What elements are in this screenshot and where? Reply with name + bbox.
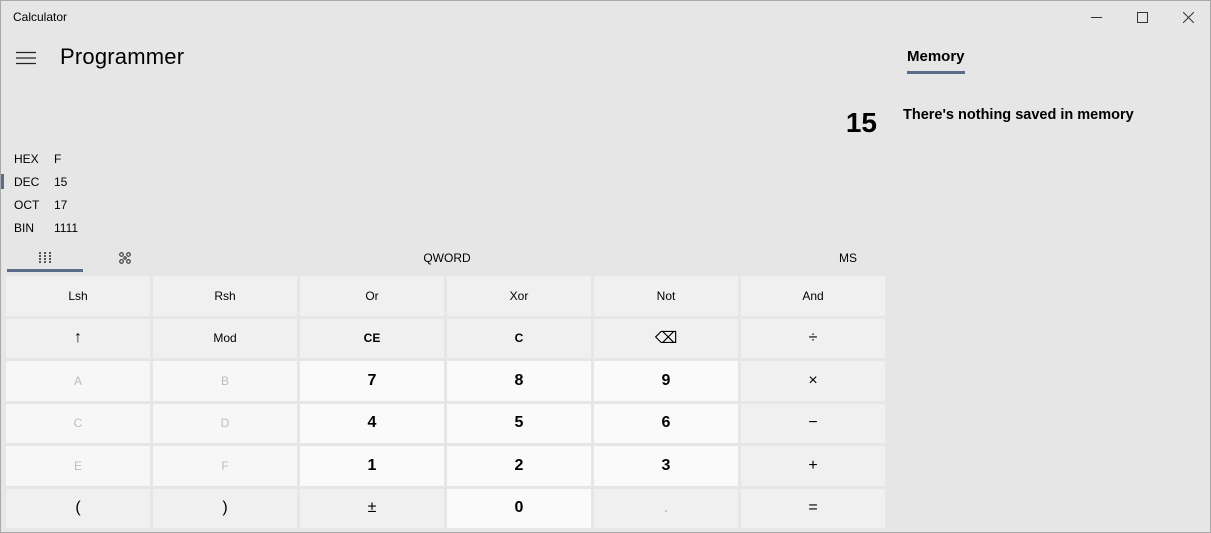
xor-button[interactable]: Xor xyxy=(447,276,591,316)
maximize-button[interactable] xyxy=(1119,1,1165,33)
header: Programmer xyxy=(1,33,891,83)
radix-row-oct[interactable]: OCT 17 xyxy=(1,193,301,216)
memory-store-button[interactable]: MS xyxy=(825,245,871,271)
radix-list: HEX F DEC 15 OCT 17 BIN 1111 xyxy=(1,147,301,239)
radix-label: HEX xyxy=(14,151,39,166)
divide-button[interactable]: ÷ xyxy=(741,318,885,358)
equals-button[interactable]: = xyxy=(741,488,885,528)
app-title: Calculator xyxy=(13,10,68,24)
keypad: Lsh Rsh Or Xor Not And ↑ Mod CE C ⌫ ÷ A … xyxy=(6,276,887,529)
close-paren-button[interactable]: ) xyxy=(153,488,297,528)
digit-8-button[interactable]: 8 xyxy=(447,361,591,401)
hex-a-button[interactable]: A xyxy=(6,361,150,401)
menu-button[interactable] xyxy=(7,41,45,75)
radix-label: OCT xyxy=(14,197,40,212)
minimize-button[interactable] xyxy=(1073,1,1119,33)
clear-entry-button[interactable]: CE xyxy=(300,318,444,358)
digit-5-button[interactable]: 5 xyxy=(447,403,591,443)
digit-7-button[interactable]: 7 xyxy=(300,361,444,401)
radix-row-bin[interactable]: BIN 1111 xyxy=(1,216,301,239)
keypad-toolbar: QWORD MS xyxy=(1,245,891,273)
minus-button[interactable]: − xyxy=(741,403,885,443)
radix-value: 15 xyxy=(54,174,68,189)
radix-row-dec[interactable]: DEC 15 xyxy=(1,170,301,193)
radix-label: BIN xyxy=(14,220,35,235)
open-paren-button[interactable]: ( xyxy=(6,488,150,528)
memory-empty-message: There's nothing saved in memory xyxy=(903,107,1134,123)
hex-f-button[interactable]: F xyxy=(153,446,297,486)
mod-button[interactable]: Mod xyxy=(153,318,297,358)
clear-button[interactable]: C xyxy=(447,318,591,358)
digit-4-button[interactable]: 4 xyxy=(300,403,444,443)
radix-value: F xyxy=(54,151,62,166)
radix-value: 1111 xyxy=(54,220,79,235)
not-button[interactable]: Not xyxy=(594,276,738,316)
digit-1-button[interactable]: 1 xyxy=(300,446,444,486)
memory-tab-indicator xyxy=(907,71,965,74)
maximize-icon xyxy=(1136,11,1148,23)
hamburger-menu-icon xyxy=(16,51,36,65)
memory-tab[interactable]: Memory xyxy=(907,48,965,65)
rsh-button[interactable]: Rsh xyxy=(153,276,297,316)
multiply-button[interactable]: × xyxy=(741,361,885,401)
lsh-button[interactable]: Lsh xyxy=(6,276,150,316)
digit-3-button[interactable]: 3 xyxy=(594,446,738,486)
digit-0-button[interactable]: 0 xyxy=(447,488,591,528)
or-button[interactable]: Or xyxy=(300,276,444,316)
digit-2-button[interactable]: 2 xyxy=(447,446,591,486)
radix-row-hex[interactable]: HEX F xyxy=(1,147,301,170)
close-button[interactable] xyxy=(1165,1,1211,33)
radix-label: DEC xyxy=(14,174,40,189)
digit-6-button[interactable]: 6 xyxy=(594,403,738,443)
title-bar: Calculator xyxy=(1,1,1210,33)
result-display: 15 xyxy=(845,107,877,138)
shift-up-button[interactable]: ↑ xyxy=(6,318,150,358)
plus-button[interactable]: + xyxy=(741,446,885,486)
selected-tab-indicator xyxy=(7,269,83,272)
backspace-button[interactable]: ⌫ xyxy=(594,318,738,358)
word-size-button[interactable]: QWORD xyxy=(405,245,489,271)
full-keypad-button[interactable] xyxy=(7,245,83,271)
full-keypad-icon xyxy=(39,252,51,263)
negate-button[interactable]: ± xyxy=(300,488,444,528)
mode-title: Programmer xyxy=(60,44,185,69)
hex-b-button[interactable]: B xyxy=(153,361,297,401)
hex-d-button[interactable]: D xyxy=(153,403,297,443)
hex-c-button[interactable]: C xyxy=(6,403,150,443)
bit-toggling-keypad-icon xyxy=(119,252,131,264)
radix-value: 17 xyxy=(54,197,68,212)
and-button[interactable]: And xyxy=(741,276,885,316)
bit-toggling-keypad-button[interactable] xyxy=(89,245,161,271)
decimal-button[interactable]: . xyxy=(594,488,738,528)
close-icon xyxy=(1182,11,1194,23)
minimize-icon xyxy=(1090,16,1102,18)
digit-9-button[interactable]: 9 xyxy=(594,361,738,401)
hex-e-button[interactable]: E xyxy=(6,446,150,486)
